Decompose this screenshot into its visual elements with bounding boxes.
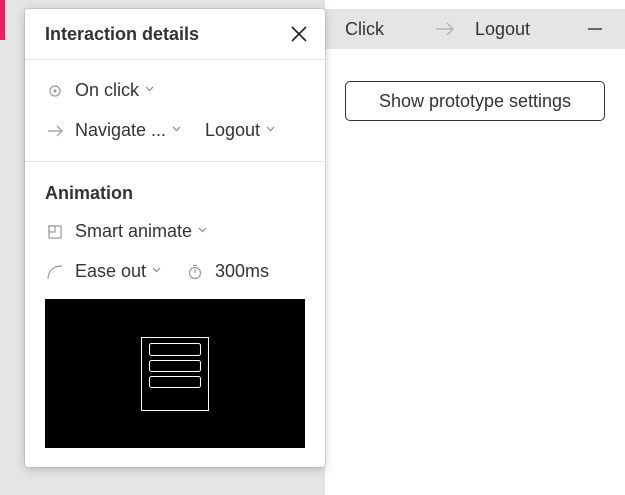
animation-preview	[45, 299, 305, 448]
arrow-right-icon	[47, 123, 63, 139]
chevron-down-icon	[172, 126, 181, 132]
close-icon[interactable]	[290, 25, 308, 43]
show-prototype-settings-button[interactable]: Show prototype settings	[345, 81, 605, 121]
popup-header: Interaction details	[25, 9, 325, 60]
animation-type-dropdown[interactable]: Smart animate	[75, 221, 207, 242]
prototype-properties-panel: Click Logout Show prototype settings	[325, 0, 625, 495]
easing-dropdown[interactable]: Ease out	[75, 261, 161, 282]
interaction-trigger-label: Click	[345, 18, 384, 39]
smart-animate-icon	[47, 224, 63, 240]
action-dropdown[interactable]: Navigate ...	[75, 120, 181, 141]
easing-label: Ease out	[75, 261, 147, 281]
interaction-target-label: Logout	[475, 18, 531, 39]
trigger-row: On click	[25, 76, 325, 106]
arrow-right-icon	[435, 21, 455, 37]
click-trigger-icon	[47, 83, 63, 99]
trigger-dropdown[interactable]: On click	[75, 80, 154, 101]
action-label: Navigate ...	[75, 120, 167, 140]
interaction-row[interactable]: Click Logout	[325, 9, 625, 49]
easing-curve-icon	[47, 264, 63, 280]
chevron-down-icon	[152, 267, 161, 273]
chevron-down-icon	[145, 86, 154, 92]
animation-type-row: Smart animate	[25, 217, 325, 247]
destination-dropdown[interactable]: Logout	[205, 120, 275, 141]
trigger-label: On click	[75, 80, 140, 100]
animation-section-title: Animation	[45, 183, 133, 203]
section-divider	[25, 161, 325, 162]
selection-accent-marker	[0, 0, 5, 40]
duration-value[interactable]: 300ms	[215, 261, 269, 282]
timer-icon	[187, 264, 203, 280]
destination-label: Logout	[205, 120, 261, 140]
menu-frame-preview-icon	[141, 337, 209, 411]
minus-icon[interactable]	[585, 19, 605, 39]
interaction-details-popup: Interaction details On click Navigate ..…	[25, 9, 325, 467]
action-row: Navigate ... Logout	[25, 116, 325, 146]
popup-title: Interaction details	[45, 24, 200, 44]
animation-type-label: Smart animate	[75, 221, 193, 241]
chevron-down-icon	[198, 227, 207, 233]
chevron-down-icon	[266, 126, 275, 132]
easing-row: Ease out 300ms	[25, 257, 325, 287]
